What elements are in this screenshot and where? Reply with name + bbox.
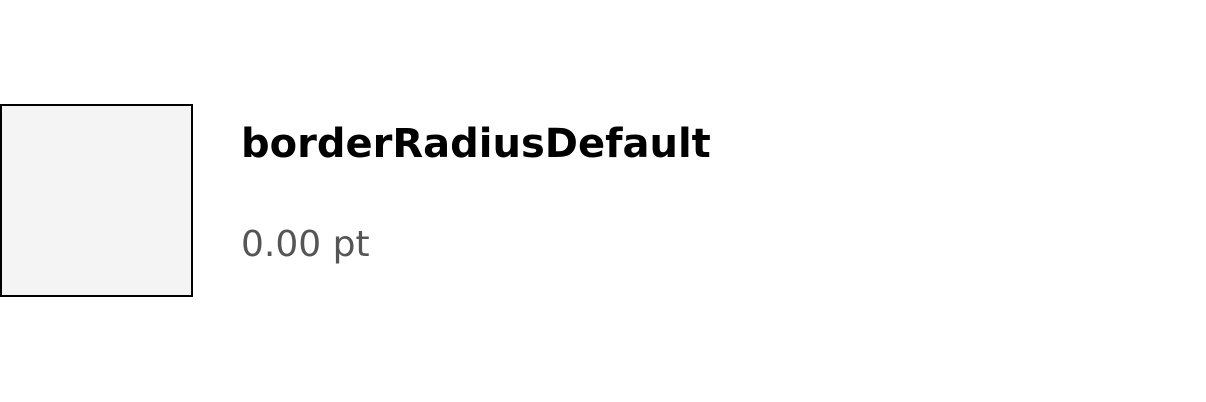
token-row: borderRadiusDefault 0.00 pt bbox=[0, 104, 1206, 297]
token-value: 0.00 pt bbox=[241, 224, 370, 265]
border-radius-swatch bbox=[0, 104, 193, 297]
token-name: borderRadiusDefault bbox=[241, 121, 711, 167]
